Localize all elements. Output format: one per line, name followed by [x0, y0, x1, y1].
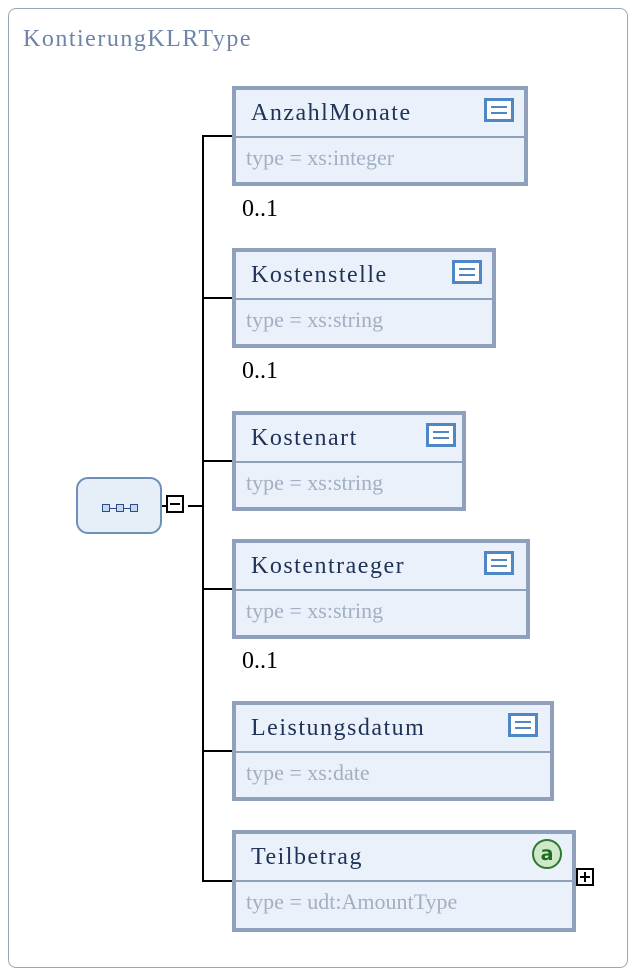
occurrence-label: 0..1 [242, 196, 278, 222]
element-header: Teilbetrag a [236, 834, 572, 882]
element-type: type = xs:string [246, 470, 384, 495]
branch-line [202, 460, 234, 462]
expand-toggle-icon[interactable] [576, 868, 594, 886]
branch-line [202, 588, 234, 590]
element-teilbetrag[interactable]: Teilbetrag a type = udt:AmountType [232, 830, 576, 932]
element-type: type = xs:date [246, 760, 370, 785]
element-anzahlmonate[interactable]: AnzahlMonate type = xs:integer [232, 86, 528, 186]
element-name: Kostentraeger [251, 553, 406, 579]
documentation-icon[interactable] [452, 260, 482, 284]
branch-line [202, 750, 234, 752]
element-name: Leistungsdatum [251, 715, 426, 741]
sequence-trunk-line [202, 135, 204, 882]
sequence-icon [102, 504, 146, 512]
element-type: type = udt:AmountType [246, 889, 458, 914]
documentation-icon[interactable] [484, 98, 514, 122]
branch-line [202, 297, 234, 299]
element-name: Kostenstelle [251, 262, 388, 288]
collapse-toggle-icon[interactable] [166, 495, 184, 513]
element-kostentraeger[interactable]: Kostentraeger type = xs:string [232, 539, 530, 639]
element-kostenstelle[interactable]: Kostenstelle type = xs:string [232, 248, 496, 348]
documentation-icon[interactable] [426, 423, 456, 447]
element-name: AnzahlMonate [251, 100, 412, 126]
element-type: type = xs:integer [246, 145, 395, 170]
branch-line [202, 880, 234, 882]
element-header: Kostentraeger [236, 543, 526, 591]
occurrence-label: 0..1 [242, 648, 278, 674]
sequence-compositor[interactable] [76, 477, 162, 534]
complex-type-title: KontierungKLRType [23, 26, 253, 52]
element-header: Kostenstelle [236, 252, 492, 300]
element-header: Kostenart [236, 415, 462, 463]
documentation-icon[interactable] [484, 551, 514, 575]
element-name: Kostenart [251, 425, 358, 451]
element-type: type = xs:string [246, 598, 384, 623]
element-leistungsdatum[interactable]: Leistungsdatum type = xs:date [232, 701, 554, 801]
element-header: Leistungsdatum [236, 705, 550, 753]
attribute-icon[interactable]: a [532, 839, 562, 869]
element-type: type = xs:string [246, 307, 384, 332]
documentation-icon[interactable] [508, 713, 538, 737]
element-kostenart[interactable]: Kostenart type = xs:string [232, 411, 466, 511]
occurrence-label: 0..1 [242, 358, 278, 384]
element-header: AnzahlMonate [236, 90, 524, 138]
sequence-connector-right [188, 505, 204, 507]
branch-line [202, 135, 234, 137]
element-name: Teilbetrag [251, 844, 363, 870]
